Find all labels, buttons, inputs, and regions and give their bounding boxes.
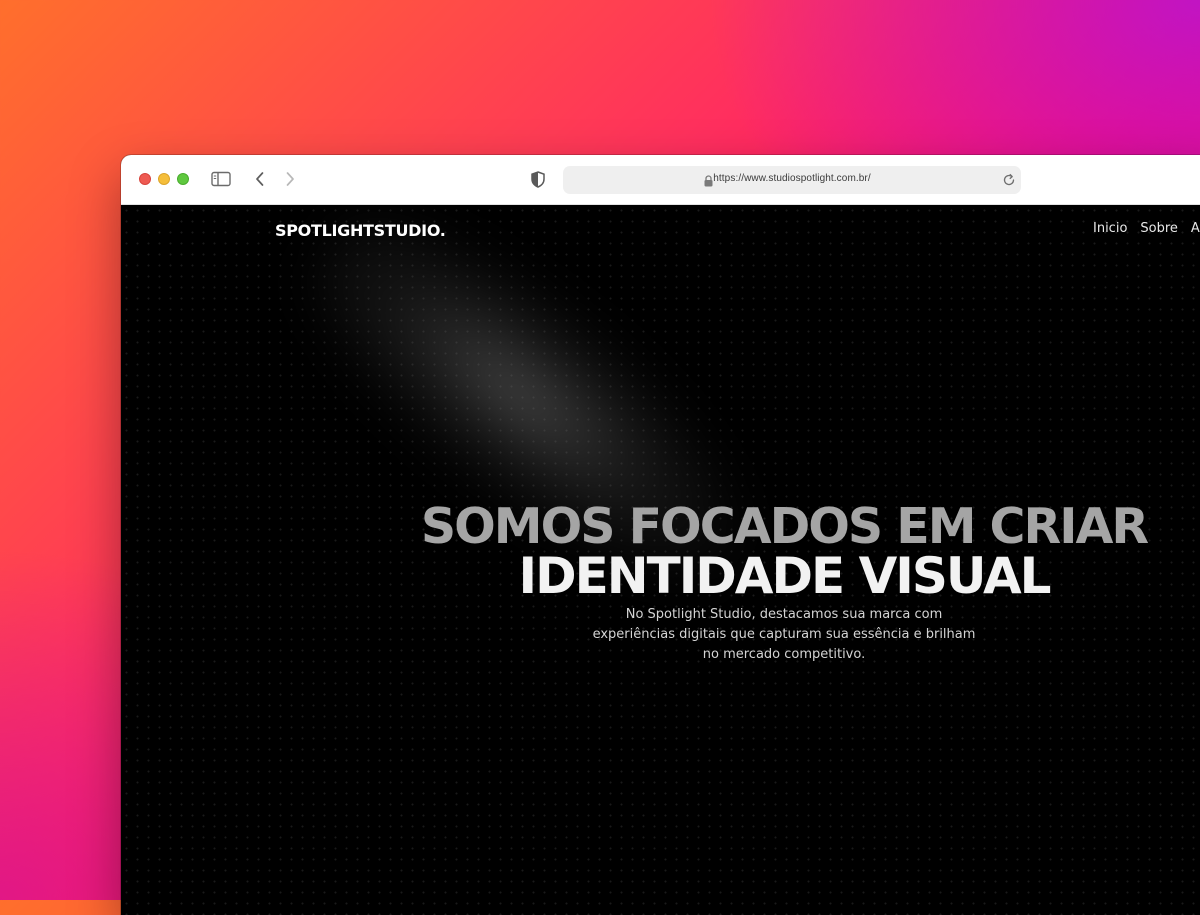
nav-link-inicio[interactable]: Inicio: [1093, 221, 1127, 236]
hero-subtitle: No Spotlight Studio, destacamos sua marc…: [589, 605, 979, 665]
hero-subtitle-line-1: No Spotlight Studio, destacamos sua marc…: [625, 607, 943, 622]
shield-icon[interactable]: [527, 168, 549, 190]
nav-link-atividades[interactable]: Ativ: [1191, 221, 1200, 236]
nav-link-sobre[interactable]: Sobre: [1140, 221, 1178, 236]
webpage-content: SPOTLIGHTSTUDIO. Inicio Sobre Ativ SOMOS…: [121, 205, 1200, 915]
site-nav: Inicio Sobre Ativ: [1093, 221, 1200, 236]
hero-headline-line-2: IDENTIDADE VISUAL: [518, 547, 1051, 605]
address-bar[interactable]: https://www.studiospotlight.com.br/: [563, 166, 1021, 194]
sidebar-icon[interactable]: [210, 168, 232, 190]
zoom-window-button[interactable]: [177, 173, 189, 185]
browser-window: https://www.studiospotlight.com.br/ SPOT…: [121, 155, 1200, 915]
hero-subtitle-line-3: no mercado competitivo.: [702, 647, 866, 662]
site-logo[interactable]: SPOTLIGHTSTUDIO.: [275, 221, 446, 240]
chevron-right-icon[interactable]: [279, 168, 301, 190]
reload-icon[interactable]: [1001, 172, 1017, 193]
url-text: https://www.studiospotlight.com.br/: [713, 173, 871, 184]
hero-subtitle-line-2: experiências digitais que capturam sua e…: [592, 627, 976, 642]
minimize-window-button[interactable]: [158, 173, 170, 185]
close-window-button[interactable]: [139, 173, 151, 185]
chevron-left-icon[interactable]: [249, 168, 271, 190]
browser-toolbar: https://www.studiospotlight.com.br/: [121, 155, 1200, 205]
